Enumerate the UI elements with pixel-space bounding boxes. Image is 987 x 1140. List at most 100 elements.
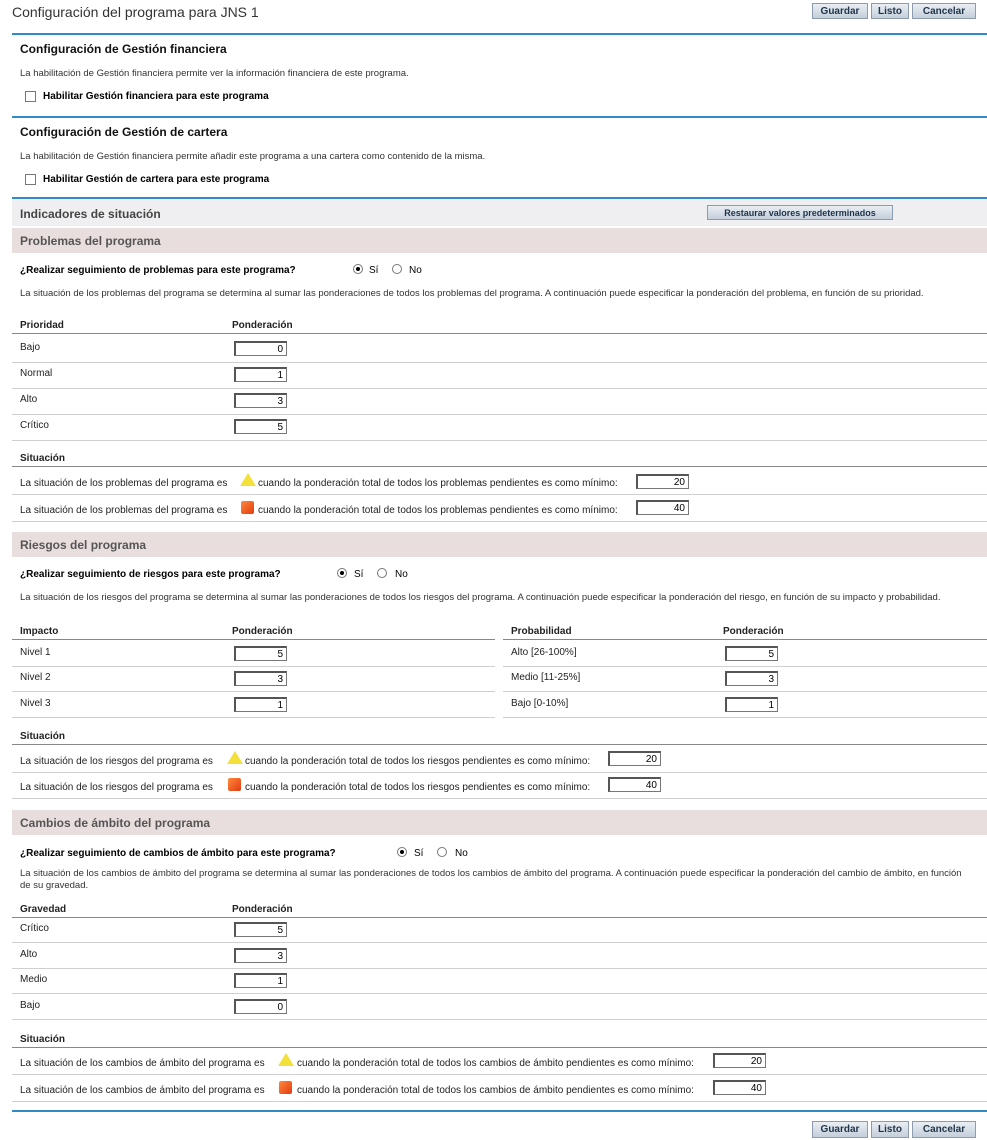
table-header-rule [12,333,987,334]
table-header-rule [12,1047,987,1048]
issues-status-suffix: cuando la ponderación total de todos los… [258,505,618,516]
scope-no-radio[interactable] [437,847,447,857]
financial-checkbox[interactable] [25,91,36,102]
financial-description: La habilitación de Gestión financiera pe… [20,68,409,79]
probability-row-label: Medio [11-25%] [511,672,581,683]
done-button[interactable]: Listo [871,3,909,19]
issues-weight-input[interactable]: 5 [234,419,287,434]
indicators-title: Indicadores de situación [20,207,161,221]
row-divider [12,362,987,363]
issues-yes-label: Sí [369,265,379,276]
risks-col-weight: Ponderación [232,626,293,637]
risks-description: La situación de los riesgos del programa… [20,592,941,603]
row-divider [12,1101,987,1102]
restore-defaults-button[interactable]: Restaurar valores predeterminados [707,205,893,220]
risks-header [12,532,987,557]
impact-row-label: Nivel 3 [20,698,51,709]
probability-weight-input[interactable]: 1 [725,697,778,712]
row-divider [12,993,987,994]
warning-triangle-icon [227,751,243,764]
risks-question: ¿Realizar seguimiento de riesgos para es… [20,569,281,580]
scope-status-prefix: La situación de los cambios de ámbito de… [20,1085,265,1096]
row-divider [503,717,987,718]
row-divider [12,666,495,667]
section-divider [12,33,987,35]
portfolio-section-title: Configuración de Gestión de cartera [20,125,228,139]
issues-weight-input[interactable]: 1 [234,367,287,382]
scope-row-label: Alto [20,949,38,960]
issues-title: Problemas del programa [20,234,161,248]
table-header-rule [503,639,987,640]
risks-status-suffix: cuando la ponderación total de todos los… [245,782,591,793]
risks-red-threshold-input[interactable]: 40 [608,777,661,792]
issues-description: La situación de los problemas del progra… [20,288,924,299]
issues-row-label: Alto [20,394,38,405]
issues-no-radio[interactable] [392,264,402,274]
save-button[interactable]: Guardar [812,3,868,19]
scope-weight-input[interactable]: 5 [234,922,287,937]
scope-row-label: Crítico [20,923,49,934]
footer-cancel-button[interactable]: Cancelar [912,1121,976,1138]
probability-weight-input[interactable]: 5 [725,646,778,661]
scope-question: ¿Realizar seguimiento de cambios de ámbi… [20,848,336,859]
scope-weight-input[interactable]: 0 [234,999,287,1014]
issues-red-threshold-input[interactable]: 40 [636,500,689,515]
row-divider [12,717,495,718]
row-divider [12,521,987,522]
scope-yes-label: Sí [414,848,424,859]
scope-col-severity: Gravedad [20,904,67,915]
issues-row-label: Bajo [20,342,41,353]
scope-red-threshold-input[interactable]: 40 [713,1080,766,1095]
issues-yellow-threshold-input[interactable]: 20 [636,474,689,489]
portfolio-description: La habilitación de Gestión financiera pe… [20,151,486,162]
row-divider [12,691,495,692]
probability-weight-input[interactable]: 3 [725,671,778,686]
issues-status-suffix: cuando la ponderación total de todos los… [258,478,618,489]
risks-status-title: Situación [20,731,66,742]
scope-weight-input[interactable]: 1 [234,973,287,988]
portfolio-checkbox-label: Habilitar Gestión de cartera para este p… [43,174,270,185]
issues-weight-input[interactable]: 0 [234,341,287,356]
scope-yellow-threshold-input[interactable]: 20 [713,1053,766,1068]
risks-status-prefix: La situación de los riesgos del programa… [20,782,213,793]
risks-col-probability: Probabilidad [511,626,572,637]
risks-yes-label: Sí [354,569,364,580]
risks-yellow-threshold-input[interactable]: 20 [608,751,661,766]
scope-yes-radio[interactable] [397,847,407,857]
impact-weight-input[interactable]: 1 [234,697,287,712]
risks-status-suffix: cuando la ponderación total de todos los… [245,756,591,767]
impact-weight-input[interactable]: 3 [234,671,287,686]
impact-row-label: Nivel 1 [20,647,51,658]
scope-status-title: Situación [20,1034,66,1045]
section-divider [12,116,987,118]
alert-square-icon [279,1081,292,1094]
row-divider [503,666,987,667]
issues-status-prefix: La situación de los problemas del progra… [20,478,228,489]
row-divider [12,494,987,495]
risks-yes-radio[interactable] [337,568,347,578]
financial-section-title: Configuración de Gestión financiera [20,42,227,56]
issues-col-priority: Prioridad [20,320,64,331]
scope-description: La situación de los cambios de ámbito de… [20,868,962,891]
scope-status-prefix: La situación de los cambios de ámbito de… [20,1058,265,1069]
footer-done-button[interactable]: Listo [871,1121,909,1138]
issues-status-title: Situación [20,453,66,464]
scope-status-suffix: cuando la ponderación total de todos los… [297,1085,694,1096]
portfolio-checkbox[interactable] [25,174,36,185]
issues-no-label: No [409,265,422,276]
cancel-button[interactable]: Cancelar [912,3,976,19]
row-divider [12,1074,987,1075]
issues-yes-radio[interactable] [353,264,363,274]
issues-weight-input[interactable]: 3 [234,393,287,408]
table-header-rule [12,744,987,745]
risks-no-radio[interactable] [377,568,387,578]
scope-weight-input[interactable]: 3 [234,948,287,963]
scope-col-weight: Ponderación [232,904,293,915]
row-divider [12,968,987,969]
scope-status-suffix: cuando la ponderación total de todos los… [297,1058,694,1069]
footer-save-button[interactable]: Guardar [812,1121,868,1138]
footer-divider [12,1110,987,1112]
table-header-rule [12,917,987,918]
warning-triangle-icon [278,1053,294,1066]
impact-weight-input[interactable]: 5 [234,646,287,661]
